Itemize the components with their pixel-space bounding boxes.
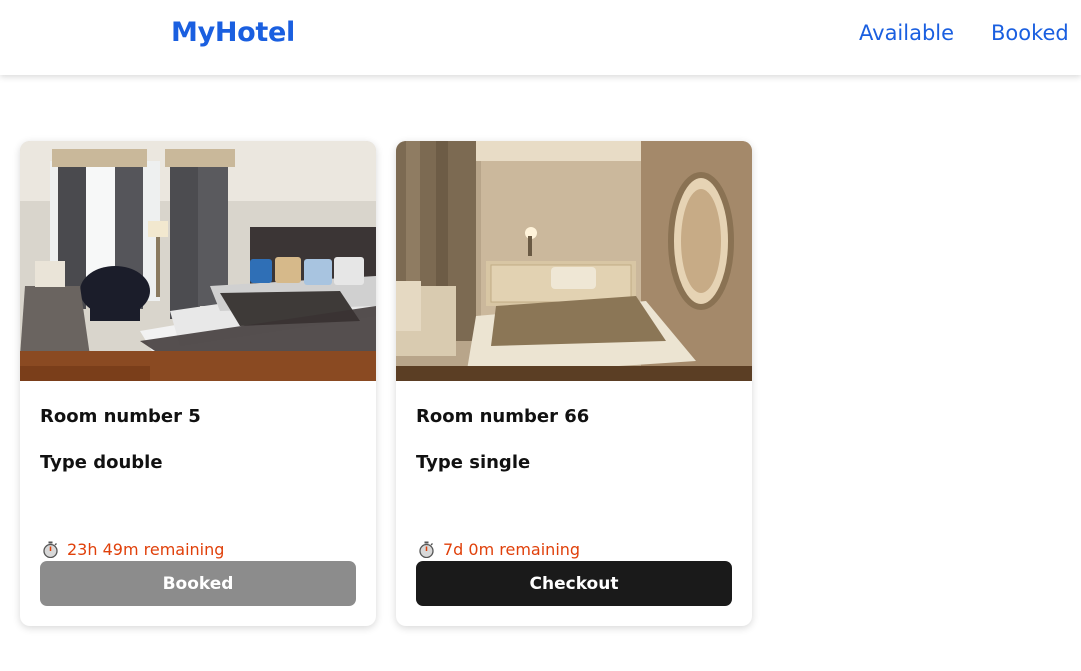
room-number: Room number 5 xyxy=(40,406,201,427)
room-number: Room number 66 xyxy=(416,406,590,427)
time-remaining: 7d 0m remaining xyxy=(418,540,580,559)
stopwatch-icon xyxy=(418,541,435,559)
checkout-button[interactable]: Checkout xyxy=(416,561,732,606)
navbar: MyHotel Available Booked xyxy=(0,0,1081,75)
time-remaining-text: 23h 49m remaining xyxy=(67,540,225,559)
stopwatch-icon xyxy=(42,541,59,559)
room-photo xyxy=(20,141,376,381)
room-type: Type single xyxy=(416,452,531,473)
brand-logo[interactable]: MyHotel xyxy=(171,17,295,48)
room-photo xyxy=(396,141,752,381)
time-remaining-text: 7d 0m remaining xyxy=(443,540,581,559)
room-card: Room number 5 Type double 23h 49m remain… xyxy=(20,141,376,626)
time-remaining: 23h 49m remaining xyxy=(42,540,224,559)
booked-button[interactable]: Booked xyxy=(40,561,356,606)
room-card: Room number 66 Type single 7d 0m remaini… xyxy=(396,141,752,626)
room-type: Type double xyxy=(40,452,163,473)
nav-link-available[interactable]: Available xyxy=(859,21,954,45)
nav-link-booked[interactable]: Booked xyxy=(991,21,1069,45)
